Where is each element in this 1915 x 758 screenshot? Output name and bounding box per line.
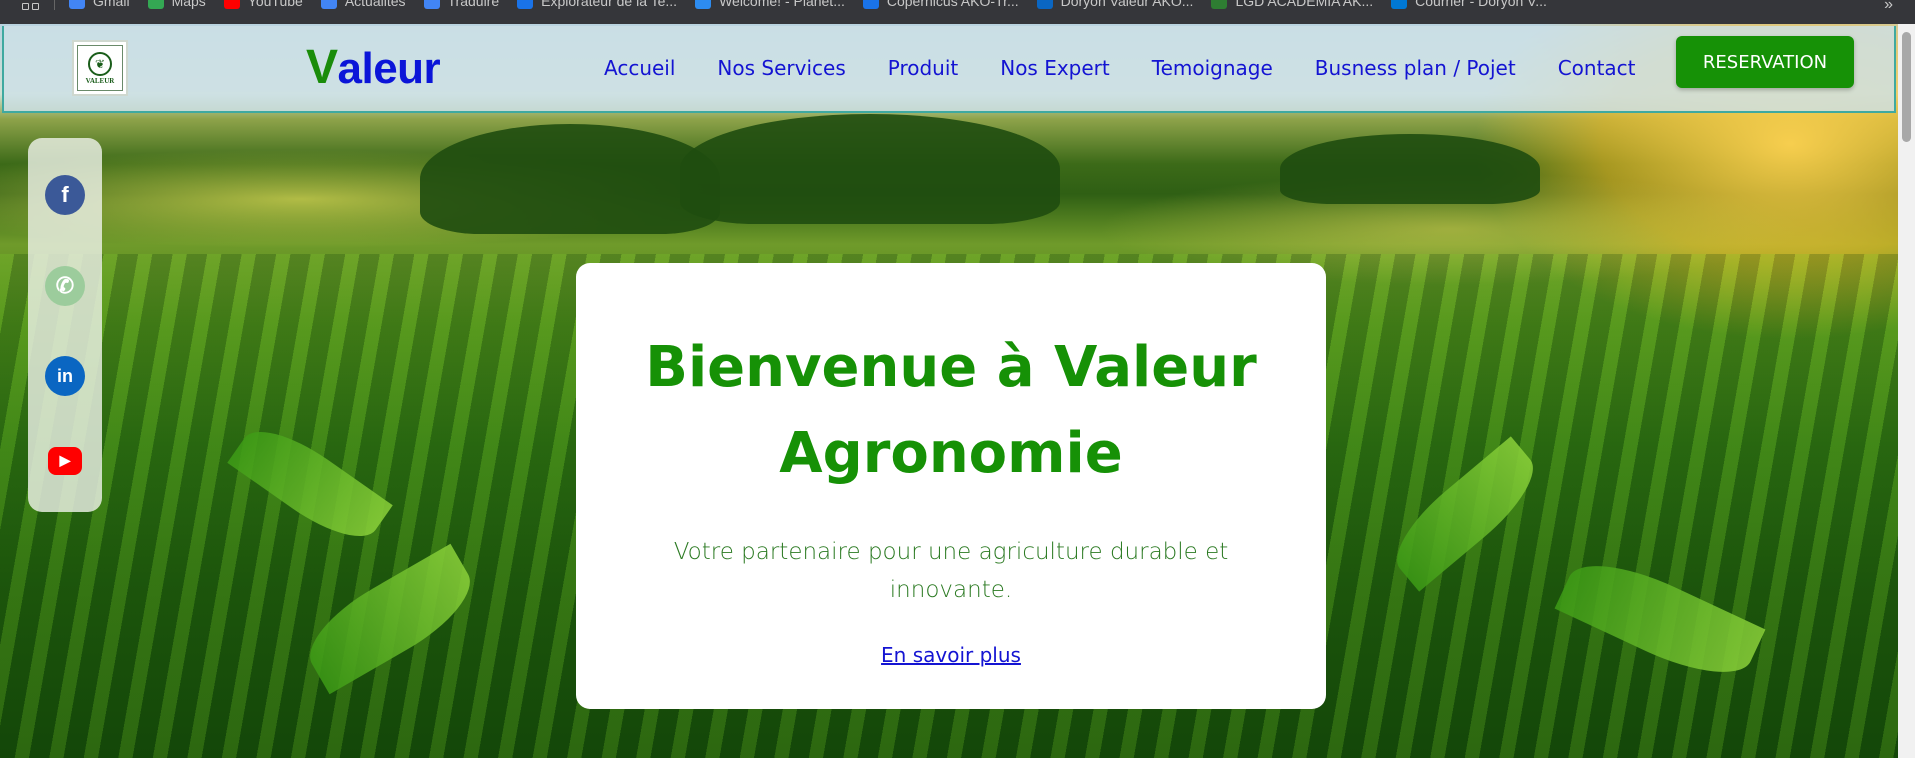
bookmark-item[interactable]: LGD ACADEMIA AK... xyxy=(1211,0,1373,9)
scrollbar-thumb[interactable] xyxy=(1902,32,1911,142)
bookmark-favicon-icon xyxy=(695,0,712,9)
bookmark-label: Gmail xyxy=(93,0,130,9)
bookmark-favicon-icon xyxy=(147,0,164,9)
bookmarks-bar: Gmail Maps YouTube Actualités Traduire Explor… xyxy=(0,0,1915,24)
nav-accueil[interactable]: Accueil xyxy=(604,56,675,80)
brand-initial: V xyxy=(306,41,338,94)
bookmark-favicon-icon xyxy=(423,0,440,9)
page-viewport: ❦ VALEUR Valeur Accueil Nos Services Pro… xyxy=(0,24,1898,758)
bookmark-item[interactable]: Doryon Valeur AKO... xyxy=(1036,0,1194,9)
bookmark-label: Actualités xyxy=(344,0,406,9)
nav-nos-services[interactable]: Nos Services xyxy=(717,56,845,80)
bookmark-label: LGD ACADEMIA AK... xyxy=(1235,0,1374,9)
youtube-icon[interactable]: ▶ xyxy=(48,446,82,475)
brand-name-rest: aleur xyxy=(337,44,441,93)
site-header: ❦ VALEUR Valeur Accueil Nos Services Pro… xyxy=(2,26,1896,113)
brand-wordmark[interactable]: Valeur xyxy=(306,40,441,95)
bookmark-favicon-icon xyxy=(1036,0,1053,9)
social-sidebar: f ✆ in ▶ xyxy=(28,138,102,512)
apps-grid-icon[interactable] xyxy=(22,0,40,10)
logo-text: VALEUR xyxy=(85,76,115,85)
bookmark-favicon-icon xyxy=(223,0,240,9)
hero-card: Bienvenue à Valeur Agronomie Votre parte… xyxy=(576,263,1326,709)
whatsapp-icon[interactable]: ✆ xyxy=(45,265,85,306)
tree-line xyxy=(1280,134,1540,204)
bookmark-label: Courrier - Doryon V... xyxy=(1415,0,1547,9)
nav-contact[interactable]: Contact xyxy=(1558,56,1636,80)
bookmark-item[interactable]: Gmail xyxy=(69,0,130,9)
bookmark-item[interactable]: Welcome! - Planet... xyxy=(695,0,845,9)
reservation-button[interactable]: RESERVATION xyxy=(1676,36,1854,88)
nav-produit[interactable]: Produit xyxy=(888,56,959,80)
facebook-icon[interactable]: f xyxy=(45,175,85,216)
bookmark-label: Explorateur de la Te... xyxy=(541,0,678,9)
bookmark-item[interactable]: Actualités xyxy=(320,0,406,9)
nav-nos-expert[interactable]: Nos Expert xyxy=(1000,56,1110,80)
bookmark-label: YouTube xyxy=(247,0,303,9)
bookmark-label: Maps xyxy=(171,0,206,9)
bookmark-label: Doryon Valeur AKO... xyxy=(1060,0,1194,9)
bookmark-item[interactable]: YouTube xyxy=(223,0,303,9)
tree-line xyxy=(420,124,720,234)
bookmark-item[interactable]: Explorateur de la Te... xyxy=(517,0,677,9)
main-nav: Accueil Nos Services Produit Nos Expert … xyxy=(604,56,1636,80)
tree-line xyxy=(680,114,1060,224)
site-logo[interactable]: ❦ VALEUR xyxy=(72,40,128,96)
learn-more-link[interactable]: En savoir plus xyxy=(881,643,1021,667)
page-scrollbar[interactable] xyxy=(1898,24,1915,758)
bookmark-label: Traduire xyxy=(447,0,500,9)
bookmark-favicon-icon xyxy=(1211,0,1228,9)
bookmark-favicon-icon xyxy=(517,0,534,9)
hero-subtitle: Votre partenaire pour une agriculture du… xyxy=(673,539,1229,603)
bookmark-item[interactable]: Copernicus AKO-Tr... xyxy=(862,0,1019,9)
bookmark-label: Welcome! - Planet... xyxy=(719,0,845,9)
bookmark-separator xyxy=(54,0,55,10)
nav-temoignage[interactable]: Temoignage xyxy=(1152,56,1273,80)
bookmark-favicon-icon xyxy=(69,0,85,9)
more-bookmarks-icon[interactable]: » xyxy=(1884,0,1893,14)
bookmark-favicon-icon xyxy=(320,0,337,9)
bookmark-favicon-icon xyxy=(1391,0,1408,9)
bookmark-item[interactable]: Courrier - Doryon V... xyxy=(1391,0,1547,9)
nav-business-plan[interactable]: Busness plan / Pojet xyxy=(1315,56,1516,80)
logo-emblem: ❦ VALEUR xyxy=(77,45,123,91)
bookmark-favicon-icon xyxy=(862,0,879,9)
linkedin-icon[interactable]: in xyxy=(45,356,85,397)
bookmark-item[interactable]: Traduire xyxy=(423,0,500,9)
bookmark-item[interactable]: Maps xyxy=(147,0,206,9)
logo-seal-icon: ❦ xyxy=(88,51,112,76)
bookmark-label: Copernicus AKO-Tr... xyxy=(886,0,1019,9)
hero-title: Bienvenue à Valeur Agronomie xyxy=(645,335,1257,486)
